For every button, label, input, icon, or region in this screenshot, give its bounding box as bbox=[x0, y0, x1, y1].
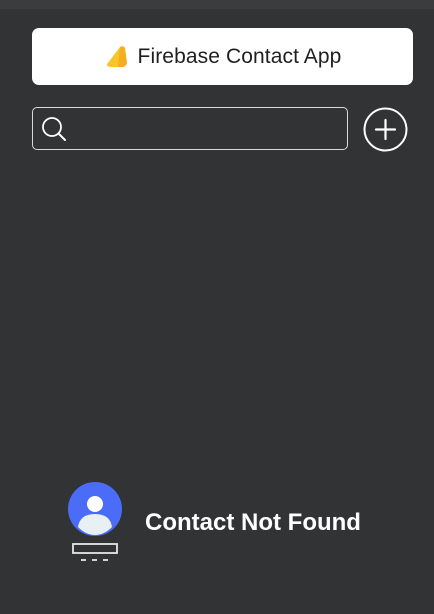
app-header: Firebase Contact App bbox=[32, 28, 413, 85]
empty-state-message: Contact Not Found bbox=[145, 508, 361, 536]
plus-circle-icon bbox=[363, 107, 408, 152]
window-top-strip bbox=[0, 0, 434, 9]
contact-placeholder-icon bbox=[68, 482, 122, 561]
add-contact-button[interactable] bbox=[363, 107, 408, 152]
app-title: Firebase Contact App bbox=[137, 44, 342, 68]
search-input[interactable] bbox=[71, 108, 347, 149]
search-box[interactable] bbox=[32, 107, 348, 150]
empty-state: Contact Not Found bbox=[64, 480, 361, 565]
firebase-logo-icon bbox=[104, 44, 130, 70]
search-icon bbox=[37, 112, 71, 146]
